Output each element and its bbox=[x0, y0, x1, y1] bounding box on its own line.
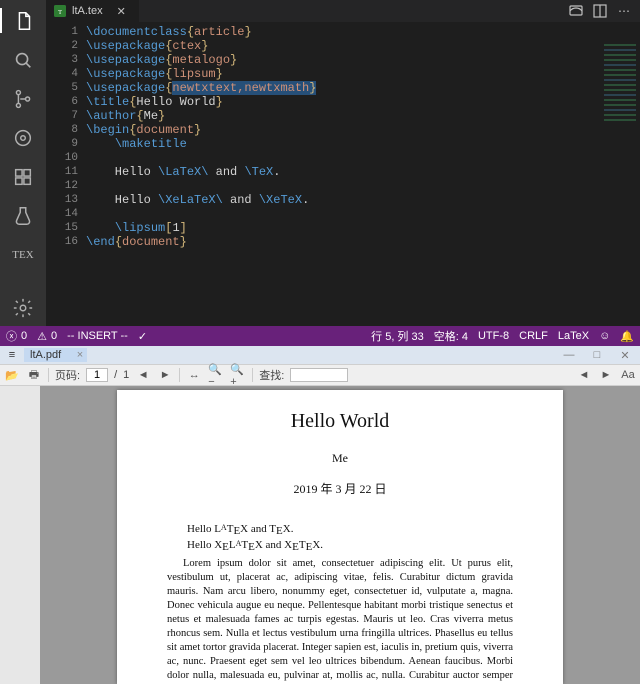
match-case-icon[interactable]: Aa bbox=[620, 367, 636, 383]
tab-bar: T ltA.tex ✕ ⋯ bbox=[46, 0, 640, 22]
tex-file-icon: T bbox=[54, 5, 66, 17]
editor-area: T ltA.tex ✕ ⋯ 12345678910111213141516 \d… bbox=[46, 0, 640, 326]
pdf-author: Me bbox=[167, 451, 513, 466]
split-editor-icon[interactable] bbox=[592, 3, 608, 19]
vim-mode: -- INSERT -- bbox=[67, 330, 128, 342]
debug-icon[interactable] bbox=[0, 125, 46, 150]
search-icon[interactable] bbox=[0, 47, 46, 72]
minimap[interactable] bbox=[604, 44, 636, 124]
build-ok-icon[interactable]: ✓ bbox=[138, 330, 147, 343]
find-prev-icon[interactable]: ◄ bbox=[576, 367, 592, 383]
eol[interactable]: CRLF bbox=[519, 330, 548, 342]
extensions-icon[interactable] bbox=[0, 164, 46, 189]
next-page-icon[interactable]: ► bbox=[157, 367, 173, 383]
tab-file[interactable]: T ltA.tex ✕ bbox=[46, 0, 139, 22]
feedback-icon[interactable]: ☺ bbox=[599, 330, 610, 342]
tex-icon[interactable]: TEX bbox=[0, 242, 46, 267]
status-bar: ⓧ0 ⚠0 -- INSERT -- ✓ 行 5, 列 33 空格: 4 UTF… bbox=[0, 326, 640, 346]
bell-icon[interactable]: 🔔 bbox=[620, 330, 634, 343]
status-warnings[interactable]: ⚠0 bbox=[37, 330, 57, 343]
maximize-icon[interactable]: □ bbox=[586, 349, 608, 362]
find-label: 查找: bbox=[259, 367, 284, 383]
encoding[interactable]: UTF-8 bbox=[478, 330, 509, 342]
pdf-menu-icon[interactable]: ≡ bbox=[4, 349, 20, 361]
settings-gear-icon[interactable] bbox=[0, 295, 46, 320]
minimize-icon[interactable]: — bbox=[558, 349, 580, 362]
prev-page-icon[interactable]: ◄ bbox=[135, 367, 151, 383]
pdf-toolbar: 📂 🖶 页码: / 1 ◄ ► ↔ 🔍− 🔍+ 查找: ◄ ► Aa bbox=[0, 364, 640, 386]
window-controls: — □ ✕ bbox=[558, 349, 636, 362]
more-actions-icon[interactable]: ⋯ bbox=[616, 3, 632, 19]
print-icon[interactable]: 🖶 bbox=[26, 367, 42, 383]
page-label: 页码: bbox=[55, 367, 80, 383]
pdf-page: Hello World Me 2019 年 3 月 22 日 Hello LAT… bbox=[117, 390, 563, 684]
pdf-body: Lorem ipsum dolor sit amet, consectetuer… bbox=[167, 557, 513, 684]
explorer-icon[interactable] bbox=[0, 8, 46, 33]
test-icon[interactable] bbox=[0, 203, 46, 228]
find-input[interactable] bbox=[290, 368, 348, 382]
indent-info[interactable]: 空格: 4 bbox=[434, 328, 468, 344]
page-input[interactable] bbox=[86, 368, 108, 382]
pdf-hello-1: Hello LATEX and TEX. bbox=[187, 523, 513, 537]
pdf-tab[interactable]: ltA.pdf × bbox=[24, 348, 87, 362]
find-next-icon[interactable]: ► bbox=[598, 367, 614, 383]
pdf-title: Hello World bbox=[167, 410, 513, 433]
pdf-viewport: Hello World Me 2019 年 3 月 22 日 Hello LAT… bbox=[0, 386, 640, 684]
language-mode[interactable]: LaTeX bbox=[558, 330, 589, 342]
pdf-panel: ≡ ltA.pdf × — □ ✕ 📂 🖶 页码: / 1 ◄ ► ↔ 🔍− 🔍… bbox=[0, 346, 640, 684]
pdf-titlebar: ≡ ltA.pdf × — □ ✕ bbox=[0, 346, 640, 364]
pdf-tab-close-icon[interactable]: × bbox=[77, 349, 83, 361]
cursor-position[interactable]: 行 5, 列 33 bbox=[371, 328, 424, 344]
source-control-icon[interactable] bbox=[0, 86, 46, 111]
line-gutter: 12345678910111213141516 bbox=[46, 22, 86, 326]
zoom-in-icon[interactable]: 🔍+ bbox=[230, 367, 246, 383]
tab-filename: ltA.tex bbox=[72, 5, 103, 17]
pdf-hello-2: Hello XELATEX and XETEX. bbox=[187, 539, 513, 553]
activity-bar: TEX bbox=[0, 0, 46, 326]
preview-icon[interactable] bbox=[568, 3, 584, 19]
code-editor[interactable]: 12345678910111213141516 \documentclass{a… bbox=[46, 22, 640, 326]
error-icon: ⓧ bbox=[6, 328, 17, 344]
pdf-thumbnail-strip[interactable] bbox=[0, 386, 40, 684]
pdf-date: 2019 年 3 月 22 日 bbox=[167, 480, 513, 497]
close-icon[interactable]: ✕ bbox=[117, 5, 129, 17]
pdf-tab-name: ltA.pdf bbox=[30, 349, 61, 361]
status-errors[interactable]: ⓧ0 bbox=[6, 328, 27, 344]
warning-icon: ⚠ bbox=[37, 330, 47, 343]
page-sep: / bbox=[114, 369, 117, 381]
zoom-out-icon[interactable]: 🔍− bbox=[208, 367, 224, 383]
page-total: 1 bbox=[123, 369, 129, 381]
close-window-icon[interactable]: ✕ bbox=[614, 349, 636, 362]
open-icon[interactable]: 📂 bbox=[4, 367, 20, 383]
fit-width-icon[interactable]: ↔ bbox=[186, 367, 202, 383]
code-body[interactable]: \documentclass{article}\usepackage{ctex}… bbox=[86, 22, 640, 326]
